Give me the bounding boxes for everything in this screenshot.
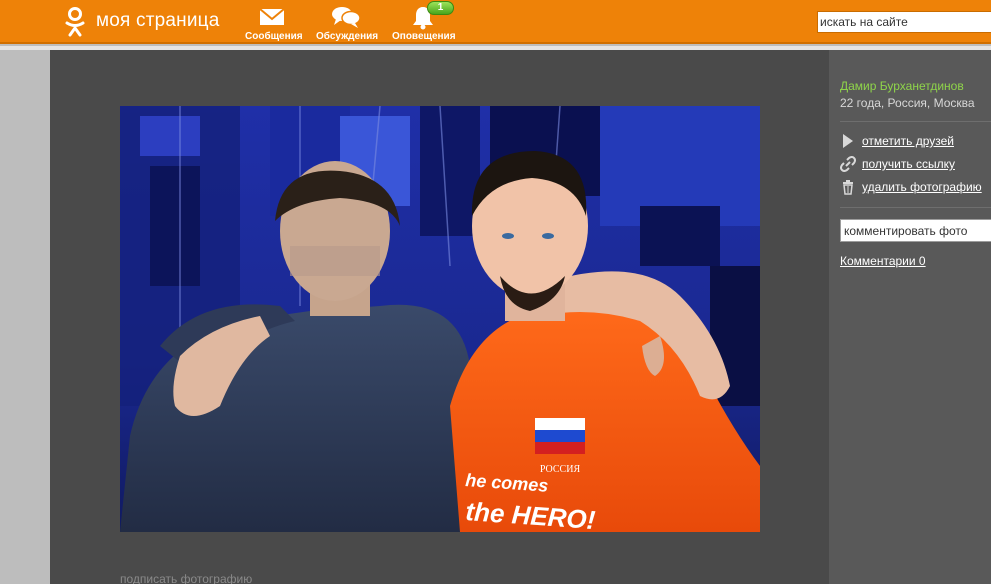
link-icon xyxy=(840,156,856,172)
photo-stage: РОССИЯ he comes the HERO! подписать фото… xyxy=(50,50,829,584)
tag-friends-label: отметить друзей xyxy=(862,134,954,148)
top-bar: моя страница Сообщения Обсуждения Оповещ… xyxy=(0,0,991,44)
shirt-flag-text: РОССИЯ xyxy=(540,464,581,475)
delete-photo-label: удалить фотографию xyxy=(862,180,982,194)
comments-count-link[interactable]: Комментарии 0 xyxy=(840,254,926,268)
owner-info: 22 года, Россия, Москва xyxy=(840,96,975,110)
sign-photo-link[interactable]: подписать фотографию xyxy=(120,572,252,584)
nav-messages[interactable]: Сообщения xyxy=(245,4,303,44)
photo-sidebar: Дамир Бурханетдинов 22 года, Россия, Мос… xyxy=(829,50,991,584)
get-link-action[interactable]: получить ссылку xyxy=(840,155,955,173)
comment-photo-input[interactable] xyxy=(840,219,991,242)
nav-discussions-label: Обсуждения xyxy=(316,31,379,42)
divider xyxy=(840,207,991,208)
nav-messages-label: Сообщения xyxy=(245,31,303,42)
cursor-icon xyxy=(843,134,853,148)
nav-discussions[interactable]: Обсуждения xyxy=(316,4,379,44)
my-page-link[interactable]: моя страница xyxy=(96,10,220,32)
owner-name-link[interactable]: Дамир Бурханетдинов xyxy=(840,79,964,93)
site-search-input[interactable] xyxy=(817,11,991,33)
notifications-count-badge[interactable]: 1 xyxy=(427,1,454,15)
odnoklassniki-logo-icon[interactable] xyxy=(62,6,88,38)
tag-friends-action[interactable]: отметить друзей xyxy=(840,132,954,150)
delete-photo-action[interactable]: удалить фотографию xyxy=(840,178,982,196)
envelope-icon xyxy=(259,8,285,25)
trash-icon xyxy=(843,180,853,195)
nav-notifications-label: Оповещения xyxy=(392,31,456,42)
chat-bubbles-icon xyxy=(332,7,361,28)
get-link-label: получить ссылку xyxy=(862,157,955,171)
divider xyxy=(840,121,991,122)
user-photo[interactable]: РОССИЯ he comes the HERO! xyxy=(120,106,760,532)
photo-illustration: РОССИЯ he comes the HERO! xyxy=(120,106,760,532)
